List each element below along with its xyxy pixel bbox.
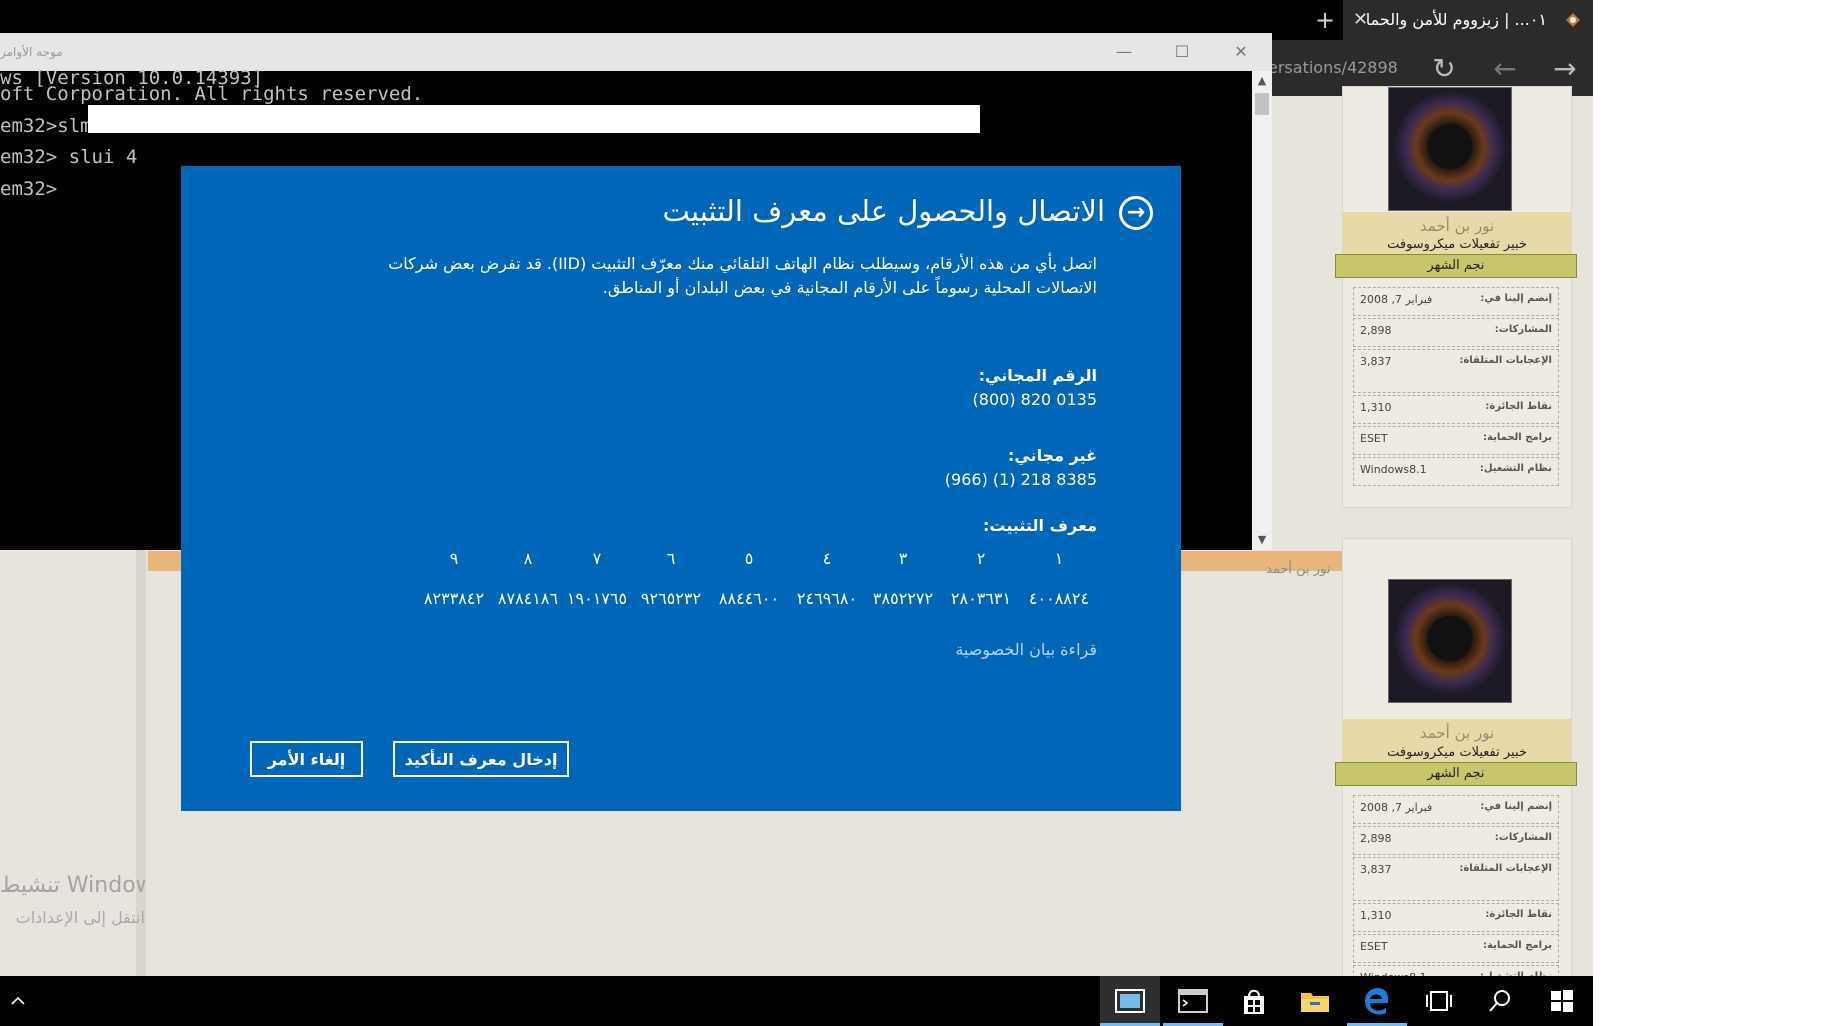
search-icon[interactable] bbox=[1470, 976, 1530, 1026]
iid-group: ٥ ٨٨٤٤٦٠٠ bbox=[718, 549, 780, 608]
user-title: خبير تفعيلات ميكروسوفت bbox=[1387, 745, 1527, 760]
stat-row: إنضم إلينا في: 2008 ,7 فبراير bbox=[1353, 287, 1559, 316]
cmd-output-line: em32> slui 4 bbox=[0, 146, 138, 168]
dialog-title: الاتصال والحصول على معرف التثبيت bbox=[662, 194, 1105, 228]
installation-id-label: معرف التثبيت: bbox=[983, 516, 1097, 535]
new-tab-button[interactable]: + bbox=[1310, 0, 1340, 40]
cmd-titlebar[interactable]: موجه الأوامر — ☐ ✕ bbox=[0, 33, 1272, 71]
task-view-icon[interactable] bbox=[1409, 976, 1469, 1026]
activation-phone-dialog: → الاتصال والحصول على معرف التثبيت اتصل … bbox=[181, 166, 1181, 811]
desktop-screen: + ٠١... | زيزووم للأمن والحما ✕ ersation… bbox=[0, 0, 1593, 1026]
username[interactable]: نور بن أحمد bbox=[1343, 724, 1571, 742]
activation-app-icon[interactable] bbox=[1100, 976, 1160, 1026]
toll-free-label: الرقم المجاني: bbox=[978, 366, 1097, 385]
edge-icon[interactable] bbox=[1347, 976, 1407, 1026]
user-stats: إنضم إلينا في: 2008 ,7 فبراير المشاركات: 2… bbox=[1353, 287, 1559, 488]
file-explorer-icon[interactable] bbox=[1285, 976, 1345, 1026]
stat-row: برامج الحماية: ESET bbox=[1353, 934, 1559, 963]
forward-button[interactable]: → bbox=[1548, 52, 1582, 86]
stat-row: الإعجابات المتلقاة: 3,837 bbox=[1353, 349, 1559, 393]
tab-title: ٠١... | زيزووم للأمن والحما bbox=[1365, 10, 1547, 29]
cmd-output-line: em32>slm bbox=[0, 115, 92, 137]
activate-windows-subtitle: انتقل إلى الإعدادات bbox=[15, 908, 145, 927]
stat-row: برامج الحماية: ESET bbox=[1353, 426, 1559, 455]
username[interactable]: نور بن أحمد bbox=[1343, 217, 1571, 235]
user-info-box: نور بن أحمد خبير تفعيلات ميكروسوفت نجم ا… bbox=[1335, 538, 1577, 994]
toll-number: (966) (1) 218 8385 bbox=[944, 470, 1097, 489]
user-title: خبير تفعيلات ميكروسوفت bbox=[1387, 237, 1527, 252]
minimize-button[interactable]: — bbox=[1109, 39, 1139, 65]
iid-group: ٤ ٢٤٦٩٦٨٠ bbox=[796, 549, 858, 608]
iid-group: ١ ٤٠٠٨٨٢٤ bbox=[1028, 549, 1090, 608]
cmd-scrollbar[interactable]: ▲ ▼ bbox=[1252, 71, 1272, 550]
maximize-button[interactable]: ☐ bbox=[1167, 39, 1197, 65]
privacy-statement-link[interactable]: قراءة بيان الخصوصية bbox=[955, 640, 1097, 659]
stat-row: الإعجابات المتلقاة: 3,837 bbox=[1353, 857, 1559, 901]
user-rank-badge: نجم الشهر bbox=[1335, 254, 1577, 278]
stat-row: نظام التشغيل:Windows8.1 bbox=[1353, 457, 1559, 486]
user-info-box: نور بن أحمد خبير تفعيلات ميكروسوفت نجم ا… bbox=[1335, 86, 1577, 508]
scroll-up-icon[interactable]: ▲ bbox=[1252, 71, 1272, 91]
show-hidden-icons-chevron-icon[interactable] bbox=[8, 976, 28, 1026]
arrow-right-circle-icon: → bbox=[1119, 196, 1153, 230]
browser-tab[interactable]: ٠١... | زيزووم للأمن والحما ✕ bbox=[1343, 0, 1593, 40]
windows-start-icon[interactable] bbox=[1532, 976, 1592, 1026]
dialog-description: اتصل بأي من هذه الأرقام، وسيطلب نظام اله… bbox=[388, 254, 1097, 297]
enter-confirmation-id-button[interactable]: إدخال معرف التأكيد bbox=[393, 741, 569, 777]
stat-row: نقاط الجائزة: 1,310 bbox=[1353, 903, 1559, 932]
stat-row: المشاركات: 2,898 bbox=[1353, 318, 1559, 347]
iid-group: ٦ ٩٢٦٥٢٣٢ bbox=[640, 549, 702, 608]
back-button[interactable]: ← bbox=[1488, 52, 1522, 86]
user-stats: إنضم إلينا في: 2008 ,7 فبراير المشاركات: 2… bbox=[1353, 795, 1559, 996]
iid-group: ٧ ١٩٠١٧٦٥ bbox=[566, 549, 628, 608]
toll-label: غير مجاني: bbox=[1007, 446, 1097, 465]
scroll-thumb[interactable] bbox=[1255, 93, 1269, 115]
iid-group: ٢ ٢٨٠٣٦٣١ bbox=[950, 549, 1012, 608]
redaction-box bbox=[88, 105, 980, 133]
close-button[interactable]: ✕ bbox=[1226, 39, 1256, 65]
refresh-button[interactable]: ↻ bbox=[1427, 52, 1461, 86]
iid-group: ٣ ٣٨٥٢٢٧٢ bbox=[872, 549, 934, 608]
stat-row: المشاركات: 2,898 bbox=[1353, 826, 1559, 855]
address-field[interactable]: ersations/42898 bbox=[1268, 58, 1398, 77]
cmd-prompt-line[interactable]: em32> bbox=[0, 178, 57, 200]
stat-row: نقاط الجائزة: 1,310 bbox=[1353, 395, 1559, 424]
iid-group: ٨ ٨٧٨٤١٨٦ bbox=[497, 549, 559, 608]
iid-group: ٩ ٨٢٣٣٨٤٢ bbox=[423, 549, 485, 608]
store-icon[interactable] bbox=[1224, 976, 1284, 1026]
site-favicon-icon bbox=[1566, 13, 1580, 27]
user-avatar[interactable] bbox=[1388, 87, 1512, 211]
cmd-output-line: oft Corporation. All rights reserved. bbox=[0, 83, 424, 105]
post-author-name[interactable]: نور بن أحمد bbox=[1266, 562, 1330, 577]
toll-free-number: (800) 820 0135 bbox=[972, 390, 1097, 409]
cmd-icon[interactable] bbox=[1163, 976, 1223, 1026]
cancel-button[interactable]: إلغاء الأمر bbox=[250, 741, 363, 777]
activate-windows-title: تنشيط Windows bbox=[0, 873, 145, 898]
stat-row: إنضم إلينا في: 2008 ,7 فبراير bbox=[1353, 795, 1559, 824]
user-rank-badge: نجم الشهر bbox=[1335, 762, 1577, 786]
scroll-down-icon[interactable]: ▼ bbox=[1252, 530, 1272, 550]
taskbar bbox=[0, 976, 1593, 1026]
user-avatar[interactable] bbox=[1388, 579, 1512, 703]
tab-close-icon[interactable]: ✕ bbox=[1353, 0, 1368, 40]
cmd-window-title: موجه الأوامر bbox=[0, 45, 63, 59]
